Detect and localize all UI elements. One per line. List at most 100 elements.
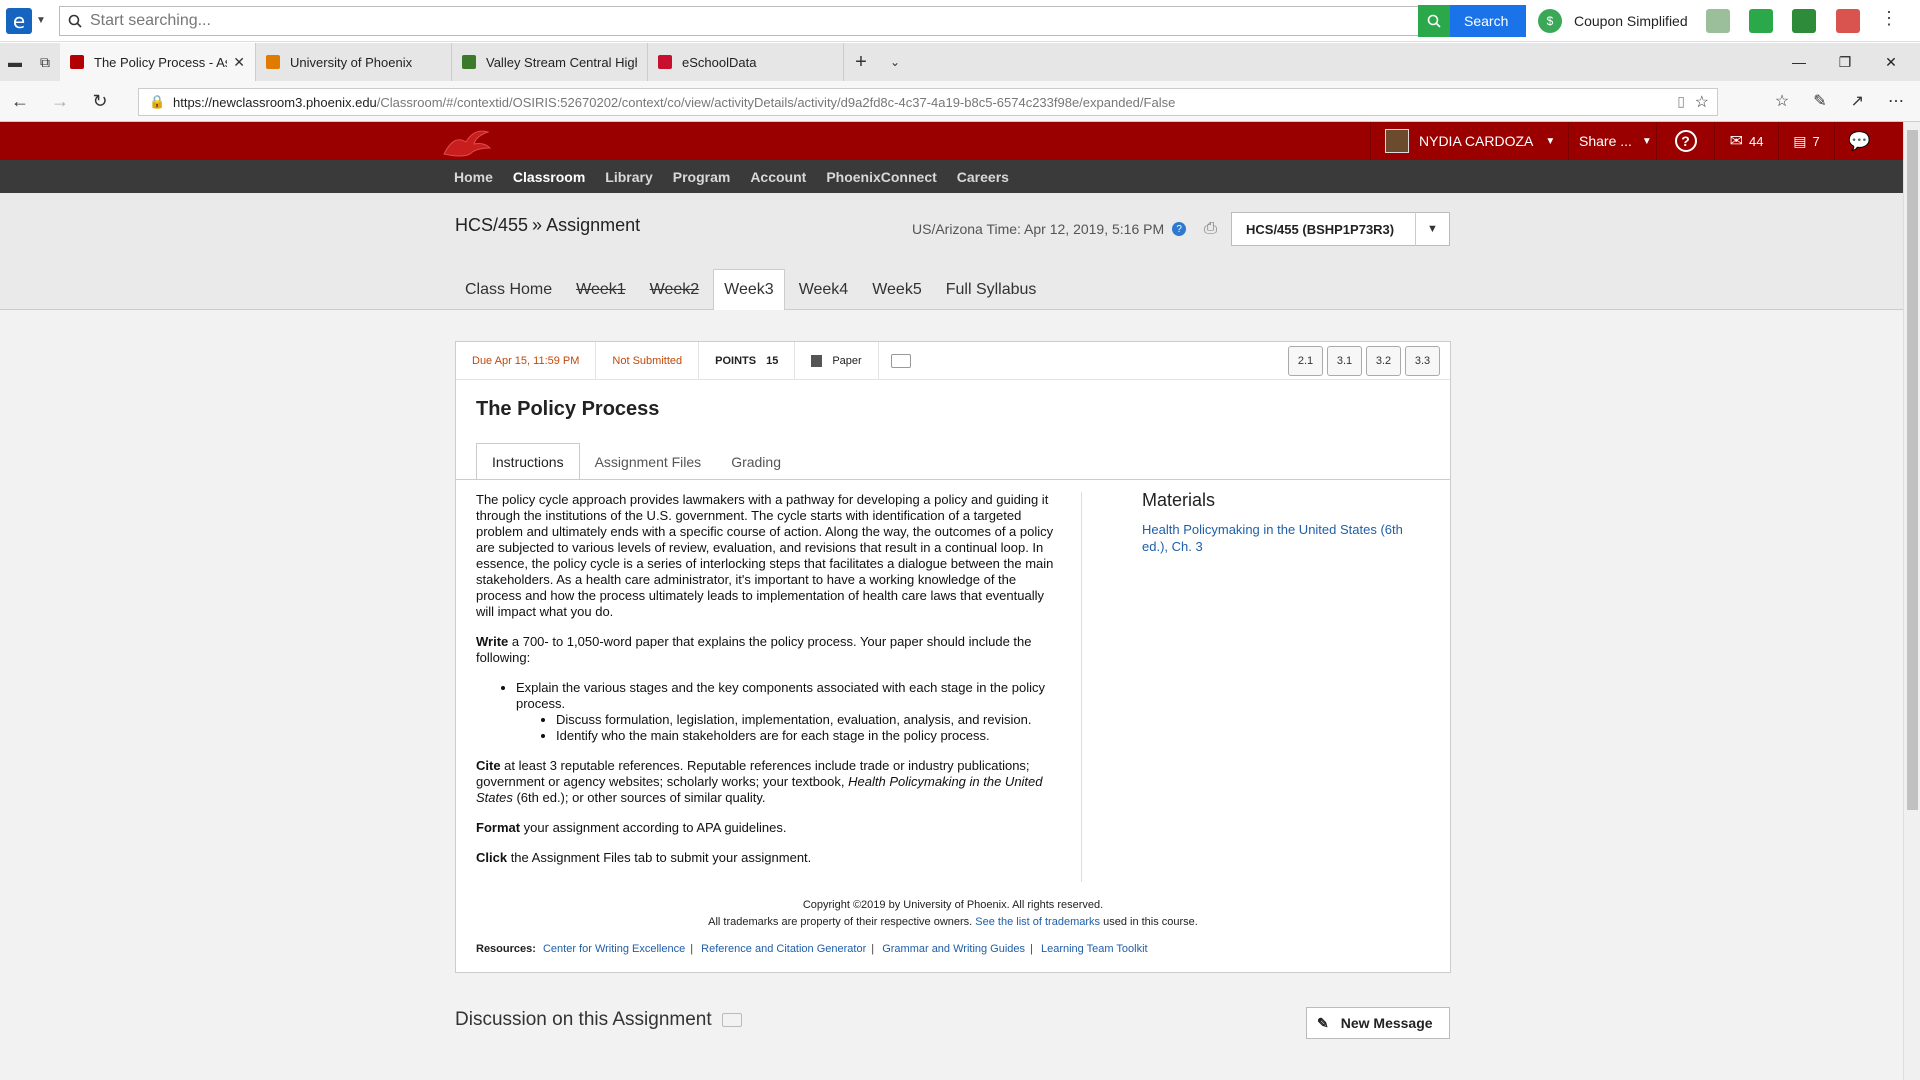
comment-icon <box>721 1013 742 1027</box>
status-badge: Not Submitted <box>596 341 700 380</box>
new-tab-icon[interactable]: + <box>844 43 878 81</box>
tab-week4[interactable]: Week4 <box>789 269 859 310</box>
browser-tab[interactable]: eSchoolData <box>648 43 844 81</box>
materials-link[interactable]: Health Policymaking in the United States… <box>1142 521 1432 555</box>
nav-home[interactable]: Home <box>454 169 493 185</box>
scrollbar-thumb[interactable] <box>1907 130 1918 810</box>
comment-icon[interactable] <box>890 353 911 368</box>
tab-actions-icon[interactable]: ▬ <box>0 43 30 81</box>
close-window-icon[interactable]: ✕ <box>1868 43 1914 81</box>
favorites-icon[interactable]: ☆ <box>1775 91 1789 111</box>
tab-week5[interactable]: Week5 <box>862 269 932 310</box>
chevron-down-icon[interactable]: ⌄ <box>878 43 912 81</box>
notifications-button[interactable]: ▤ 7 <box>1778 122 1834 160</box>
course-header: HCS/455» Assignment US/Arizona Time: Apr … <box>0 193 1903 310</box>
nav-program[interactable]: Program <box>673 169 731 185</box>
money-bag-icon[interactable] <box>1792 9 1816 33</box>
chat-button[interactable]: 💬 <box>1834 122 1884 160</box>
more-vertical-icon[interactable]: ⋮ <box>1880 8 1898 29</box>
edge-dropdown-icon[interactable]: ▼ <box>34 15 48 26</box>
uop-favicon-icon <box>266 55 280 69</box>
nav-account[interactable]: Account <box>750 169 806 185</box>
reading-view-icon[interactable]: ▯ <box>1677 93 1685 110</box>
help-icon: ? <box>1674 130 1697 152</box>
address-bar: ← → ↻ 🔒 https://newclassroom3.phoenix.ed… <box>0 81 1920 122</box>
trademarks-link[interactable]: See the list of trademarks <box>975 916 1100 928</box>
objective-tag[interactable]: 3.1 <box>1327 345 1362 376</box>
avatar <box>1385 129 1409 153</box>
objective-tags: 2.1 3.1 3.2 3.3 <box>1288 345 1450 376</box>
toolbar-search-input[interactable]: Start searching... <box>59 6 1419 36</box>
tab-assignment-files[interactable]: Assignment Files <box>580 443 717 480</box>
nav-library[interactable]: Library <box>605 169 652 185</box>
nav-phoenixconnect[interactable]: PhoenixConnect <box>826 169 936 185</box>
write-paragraph: Write a 700- to 1,050-word paper that ex… <box>476 634 1032 665</box>
caret-down-icon: ▼ <box>1641 135 1652 147</box>
breadcrumb: HCS/455» Assignment <box>455 215 641 235</box>
refresh-icon[interactable]: ↻ <box>80 91 120 112</box>
scrollbar[interactable] <box>1903 122 1920 1080</box>
help-button[interactable]: ? <box>1656 122 1714 160</box>
coupon-extension[interactable]: $ Coupon Simplified <box>1538 9 1688 33</box>
toolbar-search-button[interactable]: Search <box>1418 5 1526 37</box>
caret-down-icon: ▼ <box>1415 212 1449 246</box>
assignment-type: Paper <box>795 341 879 380</box>
browser-tab-bar: ▬ ⧉ The Policy Process - Ass ✕ Universit… <box>0 43 1920 81</box>
tab-full-syllabus[interactable]: Full Syllabus <box>936 269 1047 310</box>
discussion-header: Discussion on this Assignment <box>455 1009 742 1031</box>
magnifier-icon <box>1427 14 1441 28</box>
printer-icon[interactable]: ⎙ <box>1204 220 1217 238</box>
resource-link-grammar[interactable]: Grammar and Writing Guides <box>882 943 1025 955</box>
back-icon[interactable]: ← <box>0 91 40 112</box>
more-horizontal-icon[interactable]: ⋯ <box>1888 91 1904 111</box>
esd-favicon-icon <box>658 55 672 69</box>
share-menu[interactable]: Share ... ▼ <box>1568 122 1656 160</box>
minimize-icon[interactable]: — <box>1776 43 1822 81</box>
objective-tag[interactable]: 3.2 <box>1366 345 1401 376</box>
inbox-icon: ▤ <box>1793 132 1807 149</box>
nav-classroom[interactable]: Classroom <box>513 169 585 185</box>
nav-careers[interactable]: Careers <box>957 169 1009 185</box>
objective-tag[interactable]: 3.3 <box>1405 345 1440 376</box>
restore-icon[interactable]: ❐ <box>1822 43 1868 81</box>
tab-instructions[interactable]: Instructions <box>476 443 580 480</box>
mail-button[interactable]: ✉ 44 <box>1714 122 1778 160</box>
objective-tag[interactable]: 2.1 <box>1288 345 1323 376</box>
share-icon[interactable]: ↗ <box>1851 91 1864 111</box>
close-icon[interactable]: ✕ <box>233 54 245 71</box>
search-placeholder: Start searching... <box>90 12 211 29</box>
pen-icon[interactable]: ✎ <box>1813 91 1826 111</box>
tab-class-home[interactable]: Class Home <box>455 269 562 310</box>
tab-week3[interactable]: Week3 <box>713 269 785 310</box>
extension-icon[interactable] <box>1706 9 1730 33</box>
set-aside-tabs-icon[interactable]: ⧉ <box>30 43 60 81</box>
extension-icon[interactable] <box>1836 9 1860 33</box>
url-field[interactable]: 🔒 https://newclassroom3.phoenix.edu/Clas… <box>138 88 1718 116</box>
browser-tab[interactable]: University of Phoenix <box>256 43 452 81</box>
portal-top-bar: NYDIA CARDOZA ▼ Share ... ▼ ? ✉ 44 ▤ 7 💬 <box>0 122 1903 160</box>
magnifier-icon <box>68 14 82 28</box>
tab-divider <box>456 479 1450 480</box>
resource-link-writing[interactable]: Center for Writing Excellence <box>543 943 685 955</box>
resource-link-team[interactable]: Learning Team Toolkit <box>1041 943 1148 955</box>
due-date: Due Apr 15, 11:59 PM <box>456 341 597 380</box>
new-message-button[interactable]: ✎ New Message <box>1306 1007 1450 1039</box>
user-menu[interactable]: NYDIA CARDOZA ▼ <box>1370 122 1555 160</box>
school-favicon-icon <box>462 55 476 69</box>
favorite-star-icon[interactable]: ☆ <box>1695 92 1709 112</box>
browser-tab[interactable]: Valley Stream Central High S <box>452 43 648 81</box>
tab-week1[interactable]: Week1 <box>566 269 636 310</box>
materials-panel: Materials Health Policymaking in the Uni… <box>1142 490 1432 555</box>
dollar-icon[interactable] <box>1749 9 1773 33</box>
resource-link-citation[interactable]: Reference and Citation Generator <box>701 943 866 955</box>
arizona-time: US/Arizona Time: Apr 12, 2019, 5:16 PM ?… <box>912 220 1217 238</box>
forward-icon[interactable]: → <box>40 91 80 112</box>
tab-grading[interactable]: Grading <box>716 443 796 480</box>
browser-tab[interactable]: The Policy Process - Ass ✕ <box>60 43 256 81</box>
course-select[interactable]: HCS/455 (BSHP1P73R3) ▼ <box>1231 212 1450 246</box>
materials-title: Materials <box>1142 490 1216 510</box>
list-item: Explain the various stages and the key c… <box>516 680 1062 744</box>
tab-week2[interactable]: Week2 <box>640 269 710 310</box>
question-icon[interactable]: ? <box>1172 222 1187 236</box>
edge-logo-icon[interactable]: e <box>4 6 34 36</box>
